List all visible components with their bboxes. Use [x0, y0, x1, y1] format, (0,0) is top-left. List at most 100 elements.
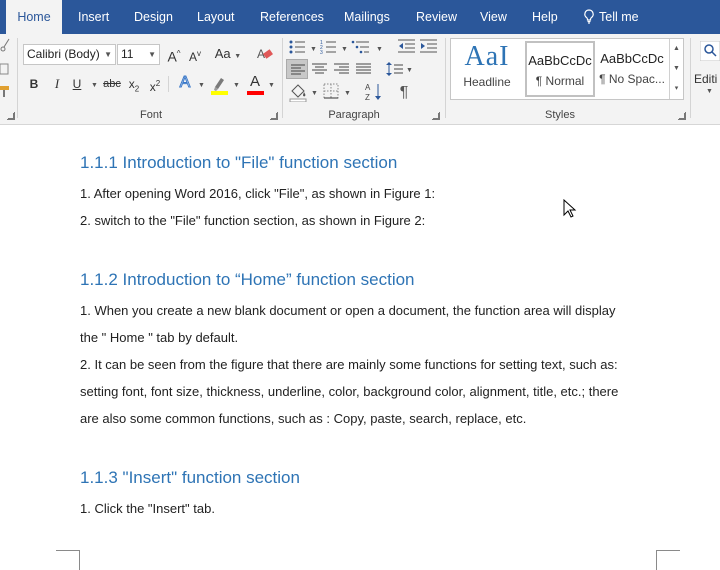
chevron-down-icon[interactable]: ▼: [341, 46, 348, 53]
copy-icon[interactable]: [0, 62, 10, 81]
bullets-icon[interactable]: [289, 39, 309, 60]
chevron-down-icon[interactable]: ▼: [344, 90, 351, 97]
style-preview: AaBbCcDc: [600, 51, 664, 66]
tab-layout[interactable]: Layout: [197, 0, 235, 34]
svg-text:Z: Z: [365, 93, 370, 102]
paragraph: 2. It can be seen from the figure that t…: [80, 357, 618, 372]
style-no-spacing[interactable]: AaBbCcDc ¶ No Spac...: [597, 41, 667, 97]
tab-design[interactable]: Design: [134, 0, 173, 34]
change-case-label: Aa: [214, 46, 231, 61]
multilevel-list-icon[interactable]: [351, 39, 373, 60]
ribbon-tab-bar: Home Insert Design Layout References Mai…: [0, 0, 720, 34]
cut-icon[interactable]: [0, 38, 10, 57]
shrink-font-button[interactable]: Av: [186, 43, 204, 65]
show-formatting-button[interactable]: ¶: [396, 82, 412, 104]
chevron-down-icon: ▼: [148, 50, 156, 59]
editing-label[interactable]: Editi: [694, 72, 717, 86]
borders-icon[interactable]: [323, 83, 339, 104]
gallery-more-icon[interactable]: ▾: [670, 79, 683, 99]
underline-button[interactable]: U: [70, 73, 84, 95]
heading-1-1-3: 1.1.3 "Insert" function section: [80, 468, 300, 487]
numbering-icon[interactable]: 123: [320, 39, 340, 60]
tab-review[interactable]: Review: [416, 0, 457, 34]
paragraph-dialog-launcher-icon[interactable]: [432, 112, 440, 120]
bold-button[interactable]: B: [27, 73, 41, 95]
shading-icon[interactable]: [289, 82, 309, 107]
subscript-button[interactable]: x2: [127, 73, 141, 95]
chevron-down-icon[interactable]: ▼: [198, 82, 205, 89]
styles-gallery: AaI Headline AaBbCcDc ¶ Normal AaBbCcDc …: [450, 38, 684, 100]
grow-font-button[interactable]: A^: [165, 43, 183, 65]
chevron-down-icon[interactable]: ▼: [91, 82, 98, 89]
strikethrough-button[interactable]: abc: [102, 73, 122, 95]
paragraph: are also some common functions, such as …: [80, 411, 527, 426]
font-group-label: Font: [139, 109, 162, 121]
style-name: ¶ No Spac...: [599, 72, 665, 86]
caret-down-icon: v: [197, 49, 201, 58]
heading-1-1-2: 1.1.2 Introduction to “Home” function se…: [80, 270, 415, 289]
chevron-down-icon[interactable]: ▼: [406, 67, 413, 74]
decrease-indent-icon[interactable]: [398, 39, 416, 58]
tab-mailings[interactable]: Mailings: [344, 0, 390, 34]
tab-references[interactable]: References: [260, 0, 324, 34]
superscript-mark: 2: [155, 79, 161, 88]
clipboard-launcher-icon[interactable]: [7, 112, 15, 120]
sort-icon[interactable]: AZ: [365, 82, 383, 107]
chevron-down-icon: ▼: [104, 50, 112, 59]
chevron-down-icon[interactable]: ▼: [376, 46, 383, 53]
mouse-pointer-icon: [563, 198, 577, 224]
chevron-down-icon[interactable]: ▼: [268, 82, 275, 89]
style-headline[interactable]: AaI Headline: [452, 41, 522, 97]
increase-indent-icon[interactable]: [420, 39, 438, 58]
chevron-down-icon[interactable]: ▼: [233, 82, 240, 89]
highlight-icon[interactable]: [210, 75, 230, 100]
gallery-down-icon[interactable]: ▼: [670, 59, 683, 79]
styles-group-label: Styles: [545, 109, 575, 121]
find-icon[interactable]: [699, 40, 720, 66]
clear-formatting-icon[interactable]: A: [257, 45, 275, 68]
align-right-icon[interactable]: [333, 60, 351, 83]
tab-help[interactable]: Help: [532, 0, 558, 34]
group-separator: [282, 38, 283, 118]
tab-view[interactable]: View: [480, 0, 507, 34]
font-dialog-launcher-icon[interactable]: [270, 112, 278, 120]
group-separator: [445, 38, 446, 118]
chevron-down-icon[interactable]: ▼: [310, 46, 317, 53]
tab-insert[interactable]: Insert: [78, 0, 109, 34]
align-center-icon[interactable]: [311, 60, 329, 83]
align-left-button[interactable]: [286, 59, 308, 79]
format-painter-icon[interactable]: [0, 84, 12, 103]
chevron-down-icon: ▼: [234, 53, 242, 60]
document-page[interactable]: 1.1.1 Introduction to "File" function se…: [0, 125, 720, 570]
chevron-down-icon[interactable]: ▼: [311, 90, 318, 97]
shrink-font-glyph: A: [188, 50, 197, 64]
superscript-button[interactable]: x2: [148, 73, 162, 95]
gallery-up-icon[interactable]: ▲: [670, 39, 683, 59]
styles-gallery-scroll: ▲ ▼ ▾: [669, 39, 683, 99]
font-name-value: Calibri (Body): [27, 47, 100, 61]
line-spacing-icon[interactable]: [386, 60, 404, 83]
change-case-button[interactable]: Aa ▼: [212, 43, 244, 65]
styles-dialog-launcher-icon[interactable]: [678, 112, 686, 120]
tab-home[interactable]: Home: [6, 0, 62, 34]
font-color-button[interactable]: A: [247, 71, 263, 93]
style-name: ¶ Normal: [535, 74, 585, 88]
heading-1-1-1: 1.1.1 Introduction to "File" function se…: [80, 153, 398, 172]
group-separator: [17, 38, 18, 118]
paragraph: the " Home " tab by default.: [80, 330, 239, 345]
text-effects-button[interactable]: A: [177, 72, 193, 94]
tell-me-box[interactable]: Tell me: [583, 0, 639, 34]
align-left-icon: [291, 64, 305, 75]
font-color-swatch: [247, 91, 264, 95]
tell-me-label: Tell me: [599, 10, 639, 24]
font-name-combo[interactable]: Calibri (Body) ▼: [23, 44, 116, 65]
chevron-down-icon[interactable]: ▼: [706, 88, 713, 95]
justify-icon[interactable]: [355, 60, 373, 83]
font-color-glyph: A: [249, 73, 260, 90]
font-size-combo[interactable]: 11 ▼: [117, 44, 160, 65]
italic-button[interactable]: I: [51, 73, 63, 95]
paragraph: 2. switch to the "File" function section…: [80, 213, 426, 228]
page-corner-mark: [656, 550, 680, 570]
font-size-value: 11: [121, 47, 134, 61]
style-normal[interactable]: AaBbCcDc ¶ Normal: [525, 41, 595, 97]
